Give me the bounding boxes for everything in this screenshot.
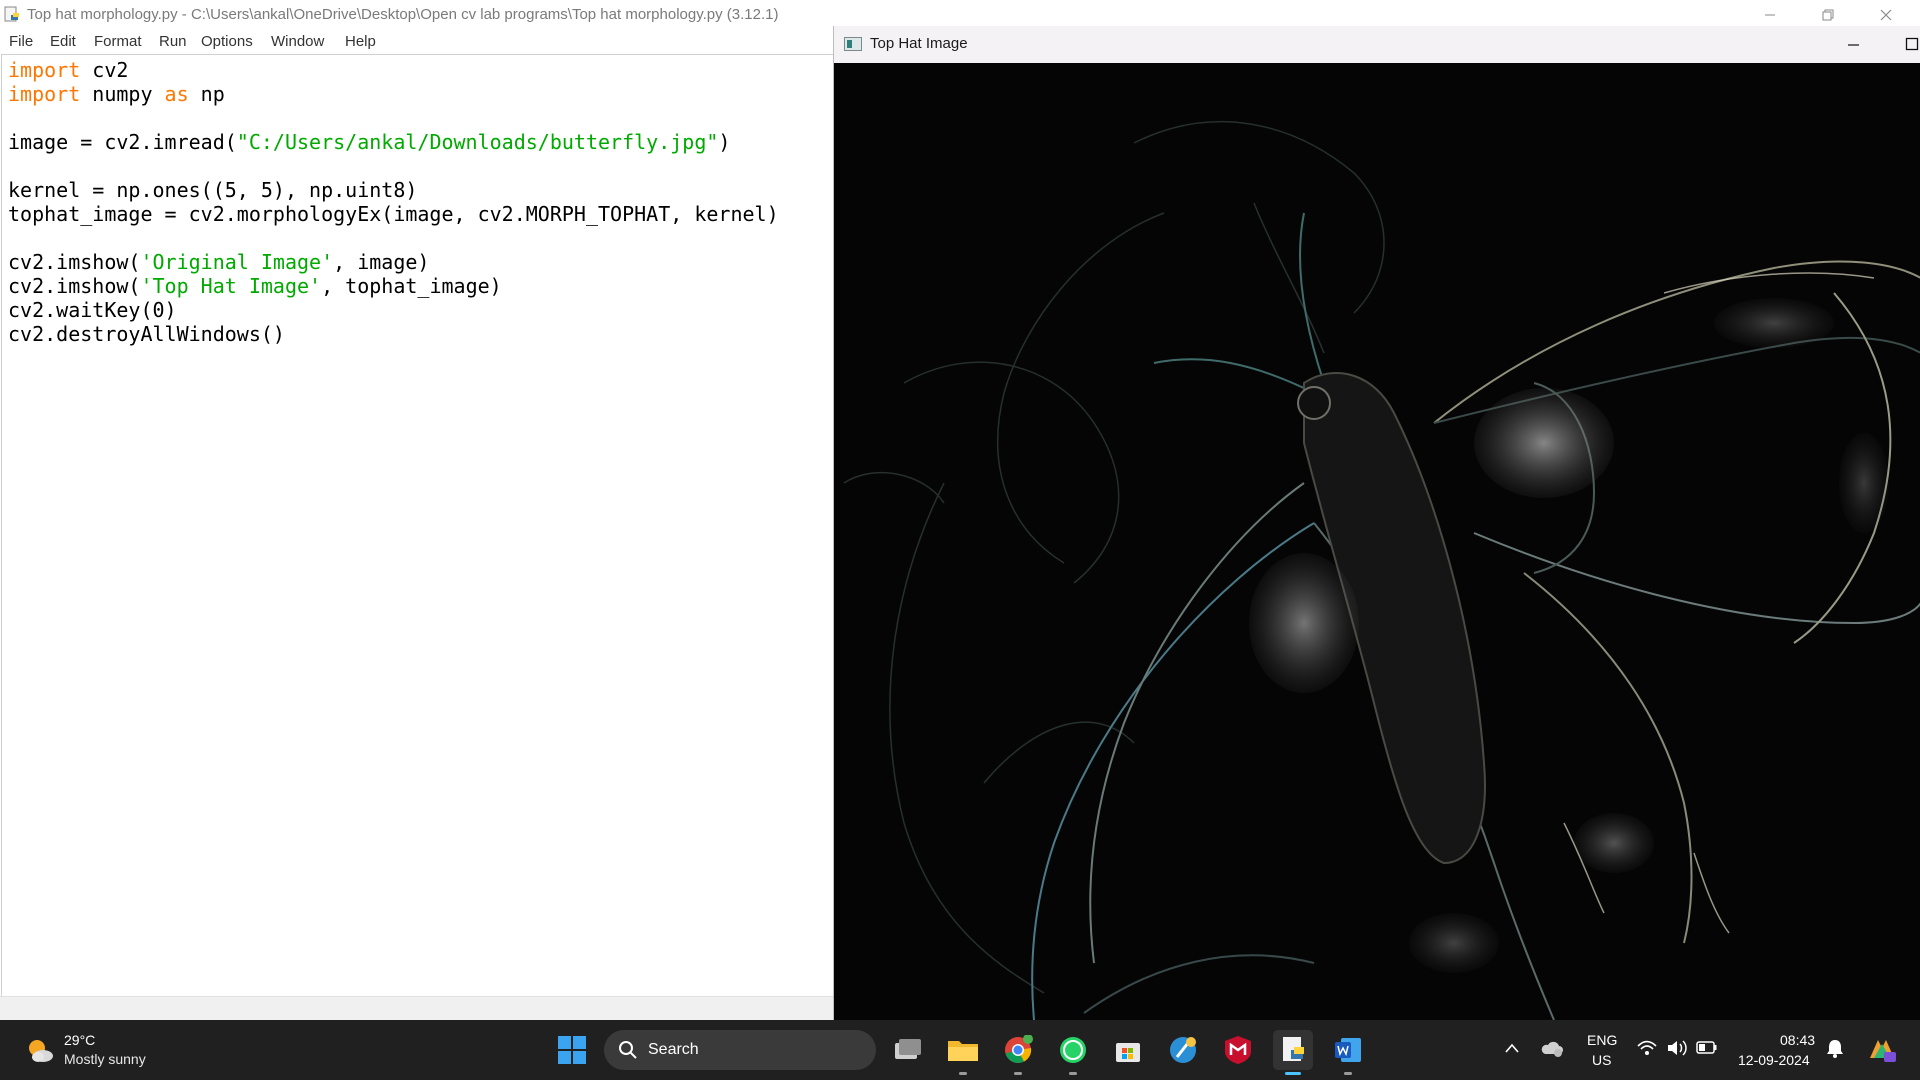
python-file-icon: [1283, 1037, 1304, 1061]
menu-window[interactable]: Window: [271, 33, 324, 50]
maximize-icon[interactable]: [1905, 37, 1919, 51]
mcafee-shield-icon: [1225, 1036, 1251, 1064]
weather-sun-cloud-icon[interactable]: [24, 1035, 56, 1067]
restore-icon: [1822, 9, 1834, 20]
opencv-window-icon: [844, 37, 862, 51]
code-keyword: import: [8, 82, 81, 106]
onedrive-cloud-icon[interactable]: [1540, 1038, 1564, 1058]
top-hat-image: [834, 63, 1920, 1020]
code-line-4: image = cv2.imread(: [8, 130, 237, 154]
minimize-icon[interactable]: [1847, 38, 1861, 52]
code-string: "C:/Users/ankal/Downloads/butterfly.jpg": [236, 130, 719, 154]
search-label: Search: [648, 1041, 699, 1058]
python-idle-icon: [4, 6, 19, 22]
wifi-icon[interactable]: [1636, 1038, 1658, 1058]
code-line-9-end: , image): [333, 250, 430, 274]
menu-file[interactable]: File: [9, 33, 33, 50]
taskbar: 29°C Mostly sunny Search ENG US 08:43 12…: [0, 1020, 1920, 1080]
store-icon: [1116, 1043, 1140, 1062]
code-line-7: tophat_image = cv2.morphologyEx(image, c…: [8, 202, 779, 226]
running-indicator: [1014, 1072, 1022, 1075]
code-string: 'Top Hat Image': [140, 274, 322, 298]
code-line-1: cv2: [80, 58, 129, 82]
code-keyword: import: [8, 58, 81, 82]
whatsapp-icon: [1060, 1037, 1086, 1063]
mcafee-button[interactable]: [1218, 1030, 1258, 1070]
volume-icon[interactable]: [1666, 1038, 1688, 1058]
editor-title-bar[interactable]: Top hat morphology.py - C:\Users\ankal\O…: [0, 0, 1920, 29]
close-button[interactable]: [1857, 0, 1915, 29]
code-keyword: as: [164, 82, 189, 106]
restore-button[interactable]: [1799, 0, 1857, 29]
menu-run[interactable]: Run: [159, 33, 187, 50]
code-line-6: kernel = np.ones((5, 5), np.uint8): [8, 178, 418, 202]
windows-icon: [558, 1036, 586, 1064]
task-view-button[interactable]: [888, 1030, 928, 1070]
clock-date[interactable]: 12-09-2024: [1738, 1052, 1810, 1068]
copilot-icon[interactable]: [1866, 1034, 1898, 1064]
taskbar-search[interactable]: Search: [604, 1030, 876, 1070]
word-icon: [1335, 1038, 1361, 1062]
menu-edit[interactable]: Edit: [50, 33, 76, 50]
folder-icon: [948, 1041, 978, 1061]
word-button[interactable]: [1328, 1030, 1368, 1075]
image-window-title-bar[interactable]: Top Hat Image: [834, 26, 1920, 63]
code-line-10: cv2.imshow(: [8, 274, 141, 298]
close-icon: [1880, 9, 1892, 20]
code-line-12: cv2.destroyAllWindows(): [8, 322, 285, 346]
file-explorer-button[interactable]: [943, 1030, 983, 1075]
code-line-4-end: ): [718, 130, 731, 154]
minimize-button[interactable]: [1741, 0, 1799, 29]
running-indicator: [959, 1072, 967, 1075]
code-line-11: cv2.waitKey(0): [8, 298, 177, 322]
minimize-icon: [1765, 14, 1775, 15]
code-text[interactable]: import cv2 import numpy as np image = cv…: [8, 58, 779, 346]
chrome-icon: [1005, 1035, 1033, 1063]
region-indicator[interactable]: US: [1592, 1052, 1611, 1068]
code-string: 'Original Image': [140, 250, 334, 274]
code-line-9: cv2.imshow(: [8, 250, 141, 274]
menu-help[interactable]: Help: [345, 33, 376, 50]
code-line-10-end: , tophat_image): [321, 274, 502, 298]
chevron-up-icon[interactable]: [1504, 1042, 1520, 1054]
editor-status-bar: [0, 996, 834, 1021]
search-icon: [619, 1041, 637, 1059]
microsoft-store-button[interactable]: [1108, 1030, 1148, 1070]
python-idle-button[interactable]: [1163, 1030, 1203, 1070]
running-indicator: [1344, 1072, 1352, 1075]
editor-title: Top hat morphology.py - C:\Users\ankal\O…: [27, 6, 779, 23]
whatsapp-button[interactable]: [1053, 1030, 1093, 1075]
menu-options[interactable]: Options: [201, 33, 253, 50]
task-view-icon: [895, 1039, 921, 1059]
language-indicator[interactable]: ENG: [1587, 1032, 1617, 1048]
notification-bell-icon[interactable]: [1826, 1038, 1844, 1058]
python-feather-icon: [1170, 1037, 1196, 1063]
battery-icon[interactable]: [1696, 1041, 1718, 1055]
chrome-button[interactable]: [998, 1030, 1038, 1075]
image-window[interactable]: Top Hat Image: [833, 26, 1920, 1020]
menu-bar: File Edit Format Run Options Window Help: [0, 29, 835, 54]
code-line-2-end: np: [188, 82, 225, 106]
active-indicator: [1285, 1072, 1301, 1075]
menu-format[interactable]: Format: [94, 33, 142, 50]
weather-temperature[interactable]: 29°C: [64, 1032, 95, 1048]
code-line-2: numpy: [80, 82, 165, 106]
start-button[interactable]: [552, 1030, 592, 1070]
code-editor[interactable]: import cv2 import numpy as np image = cv…: [1, 54, 834, 997]
weather-description[interactable]: Mostly sunny: [64, 1051, 146, 1067]
idle-editor-button[interactable]: [1273, 1030, 1313, 1075]
clock-time[interactable]: 08:43: [1780, 1032, 1815, 1048]
image-window-title: Top Hat Image: [870, 35, 968, 52]
butterfly-edge-image: [834, 63, 1920, 1020]
running-indicator: [1069, 1072, 1077, 1075]
